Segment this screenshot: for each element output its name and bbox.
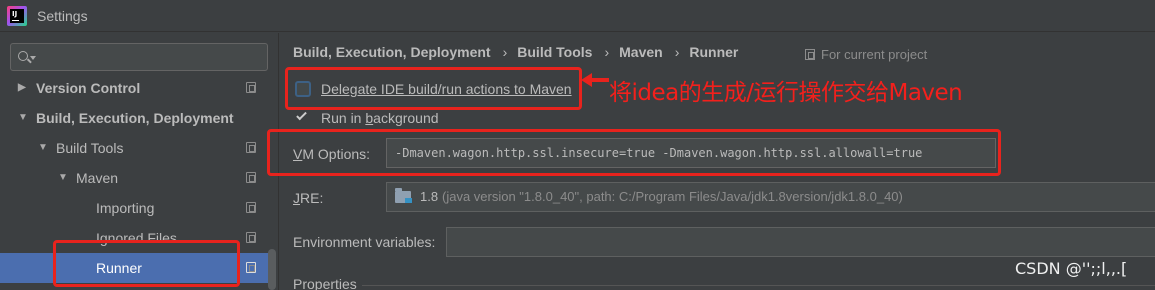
scope-label: For current project [821, 47, 928, 62]
sidebar-item-label: Maven [76, 170, 119, 186]
settings-search-input[interactable] [39, 47, 259, 67]
app-icon-text: IJ [10, 9, 24, 23]
jre-version: 1.8 [420, 189, 439, 204]
jre-label: JRE: [293, 188, 323, 208]
label-mnemonic: b [365, 110, 374, 126]
highlight-vm-options [267, 129, 1001, 176]
intellij-idea-icon: IJ [7, 6, 27, 26]
jre-select[interactable]: 1.8 (java version "1.8.0_40", path: C:/P… [386, 182, 1155, 212]
title-bar: IJ Settings [0, 0, 1155, 32]
annotation-text: 将idea的生成/运行操作交给Maven [609, 80, 963, 106]
properties-divider [362, 285, 1155, 286]
chevron-right-icon[interactable]: ▶ [18, 73, 26, 103]
label-text: Run in [321, 110, 366, 126]
breadcrumb: Build, Execution, Deployment › Build Tools… [293, 44, 742, 62]
sidebar-item-label: Version Control [36, 80, 141, 96]
checkmark-icon [296, 109, 307, 121]
properties-section-title: Properties [293, 276, 357, 290]
sidebar-item-version-control[interactable]: ▶ Version Control [0, 73, 268, 103]
breadcrumb-separator-icon: › [604, 44, 610, 60]
sidebar-item-label: Importing [96, 200, 155, 216]
project-settings-icon [246, 172, 256, 183]
sidebar-item-label: Build, Execution, Deployment [36, 110, 234, 126]
sidebar-item-build-tools[interactable]: ▼ Build Tools [0, 133, 268, 163]
sidebar-item-maven[interactable]: ▼ Maven [0, 163, 268, 193]
project-settings-icon [246, 202, 256, 213]
project-settings-icon [246, 262, 256, 273]
jre-details: (java version "1.8.0_40", path: C:/Progr… [442, 189, 903, 204]
chevron-down-icon[interactable]: ▼ [18, 103, 28, 133]
sidebar-item-build-execution-deployment[interactable]: ▼ Build, Execution, Deployment [0, 103, 268, 133]
project-settings-icon [246, 142, 256, 153]
sidebar-item-label: Build Tools [56, 140, 124, 156]
settings-search-box[interactable] [10, 43, 268, 71]
sidebar-scrollbar[interactable] [268, 249, 276, 290]
breadcrumb-item[interactable]: Maven [619, 44, 663, 60]
project-settings-icon [246, 82, 256, 93]
breadcrumb-separator-icon: › [674, 44, 680, 60]
project-settings-icon [246, 232, 256, 243]
highlight-delegate-option [285, 67, 582, 110]
chevron-down-icon[interactable]: ▼ [38, 133, 48, 163]
breadcrumb-separator-icon: › [502, 44, 508, 60]
environment-variables-label: Environment variables: [293, 234, 436, 250]
breadcrumb-item[interactable]: Build, Execution, Deployment [293, 44, 491, 60]
window-title: Settings [37, 8, 88, 24]
annotation-arrow-icon [581, 73, 609, 87]
chevron-down-icon[interactable]: ▼ [58, 163, 68, 193]
jdk-folder-icon [395, 188, 412, 203]
chevron-down-icon[interactable] [30, 56, 36, 60]
scope-indicator: For current project [805, 47, 927, 62]
run-in-background-label[interactable]: Run in background [321, 108, 439, 128]
sidebar-item-importing[interactable]: Importing [0, 193, 268, 223]
project-settings-icon [805, 49, 815, 60]
label-text: RE: [300, 190, 324, 206]
label-text: ackground [373, 110, 439, 126]
search-icon[interactable] [18, 51, 28, 61]
watermark: CSDN @'';;l,,.[ [1015, 259, 1128, 278]
highlight-runner-item [53, 240, 240, 287]
environment-variables-input[interactable] [446, 227, 1155, 257]
label-mnemonic: J [293, 190, 300, 206]
breadcrumb-item[interactable]: Build Tools [517, 44, 592, 60]
run-in-background-checkbox[interactable] [295, 109, 311, 126]
breadcrumb-item: Runner [689, 44, 739, 60]
